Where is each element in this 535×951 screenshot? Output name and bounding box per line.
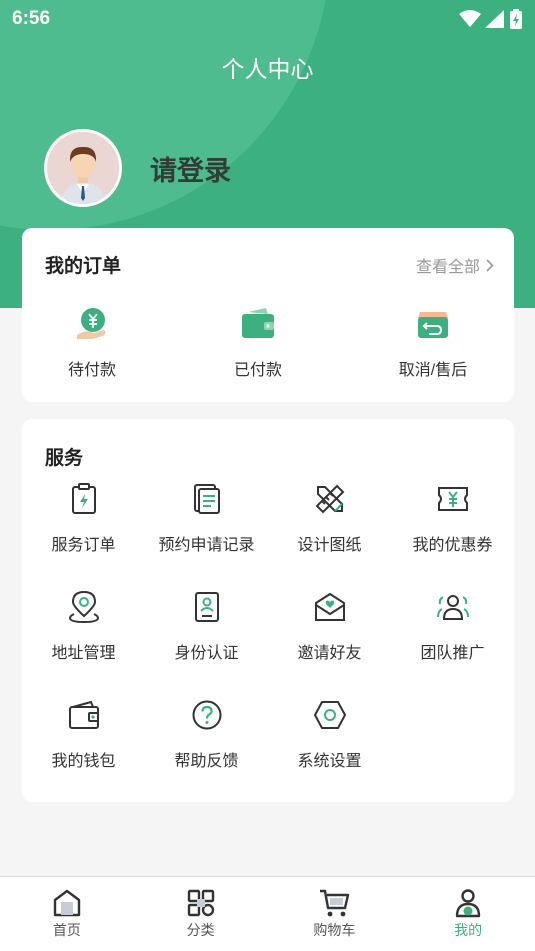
tab-label: 购物车 <box>313 922 356 938</box>
tab-label: 首页 <box>52 922 81 938</box>
service-my-wallet[interactable]: 我的钱包 <box>22 695 145 771</box>
cart-icon <box>320 889 350 917</box>
status-bar: 6:56 <box>0 0 535 38</box>
coupon-icon <box>437 487 468 511</box>
invite-mail-icon <box>314 592 345 621</box>
order-paid[interactable]: 已付款 <box>188 304 328 380</box>
profile-section[interactable]: 请登录 <box>44 129 231 207</box>
id-card-icon <box>194 592 219 622</box>
tab-home[interactable]: 首页 <box>0 877 134 951</box>
service-label: 设计图纸 <box>297 537 362 554</box>
view-all-orders-link[interactable]: 查看全部 <box>416 253 494 277</box>
orders-card: 我的订单 查看全部 待付款 已付款 取消/售后 <box>22 228 514 402</box>
service-label: 预约申请记录 <box>158 537 255 554</box>
pencil-ruler-icon <box>315 484 344 514</box>
user-icon <box>455 889 481 918</box>
grid-icon <box>187 889 214 917</box>
login-prompt[interactable]: 请登录 <box>150 149 231 188</box>
order-label: 已付款 <box>233 362 282 379</box>
location-pin-icon <box>68 590 99 624</box>
home-icon <box>53 889 81 917</box>
order-cancel-aftersale[interactable]: 取消/售后 <box>363 304 503 380</box>
avatar[interactable] <box>44 129 122 207</box>
tab-label: 我的 <box>454 922 483 938</box>
status-icons <box>459 9 523 29</box>
wallet-icon <box>68 700 99 729</box>
service-label: 我的钱包 <box>51 753 116 770</box>
page-title: 个人中心 <box>221 56 314 82</box>
service-address-management[interactable]: 地址管理 <box>22 587 145 663</box>
service-team-promotion[interactable]: 团队推广 <box>391 587 514 663</box>
service-label: 地址管理 <box>51 645 116 662</box>
tab-category[interactable]: 分类 <box>134 877 268 951</box>
orders-title: 我的订单 <box>45 256 122 277</box>
settings-hexagon-icon <box>313 701 346 729</box>
service-appointment-records[interactable]: 预约申请记录 <box>145 479 268 555</box>
service-identity-verification[interactable]: 身份认证 <box>145 587 268 663</box>
service-help-feedback[interactable]: 帮助反馈 <box>145 695 268 771</box>
chevron-right-icon <box>486 258 494 272</box>
tab-cart[interactable]: 购物车 <box>268 877 402 951</box>
battery-icon <box>510 9 522 29</box>
signal-icon <box>485 10 504 28</box>
order-label: 取消/售后 <box>398 362 468 379</box>
service-label: 身份认证 <box>174 645 239 662</box>
clipboard-bolt-icon <box>71 483 96 514</box>
yuan-hand-icon <box>77 308 106 340</box>
tab-mine[interactable]: 我的 <box>401 877 535 951</box>
service-system-settings[interactable]: 系统设置 <box>268 695 391 771</box>
service-label: 系统设置 <box>297 753 362 770</box>
service-label: 邀请好友 <box>297 645 362 662</box>
avatar-person-icon <box>47 132 119 204</box>
service-my-coupons[interactable]: 我的优惠券 <box>391 479 514 555</box>
wifi-icon <box>459 10 481 27</box>
service-label: 团队推广 <box>420 645 485 662</box>
status-time: 6:56 <box>12 8 51 29</box>
service-label: 服务订单 <box>51 537 116 554</box>
service-orders[interactable]: 服务订单 <box>22 479 145 555</box>
document-icon <box>193 484 220 514</box>
service-design-drawings[interactable]: 设计图纸 <box>268 479 391 555</box>
service-label: 帮助反馈 <box>174 753 239 770</box>
help-icon <box>192 700 221 730</box>
services-card: 服务 服务订单 预约申请记录 设计图纸 我的优惠券 地址管理 身份认证 邀请好友… <box>22 419 514 802</box>
return-box-icon <box>418 312 448 338</box>
order-label: 待付款 <box>67 362 116 379</box>
services-title: 服务 <box>45 448 84 469</box>
service-invite-friends[interactable]: 邀请好友 <box>268 587 391 663</box>
view-all-label: 查看全部 <box>415 259 480 276</box>
bottom-tab-bar: 首页 分类 购物车 我的 <box>0 876 535 951</box>
wallet-icon <box>242 308 274 338</box>
tab-label: 分类 <box>186 922 215 938</box>
team-icon <box>436 595 469 620</box>
order-pending-payment[interactable]: 待付款 <box>22 304 162 380</box>
service-label: 我的优惠券 <box>412 537 493 554</box>
